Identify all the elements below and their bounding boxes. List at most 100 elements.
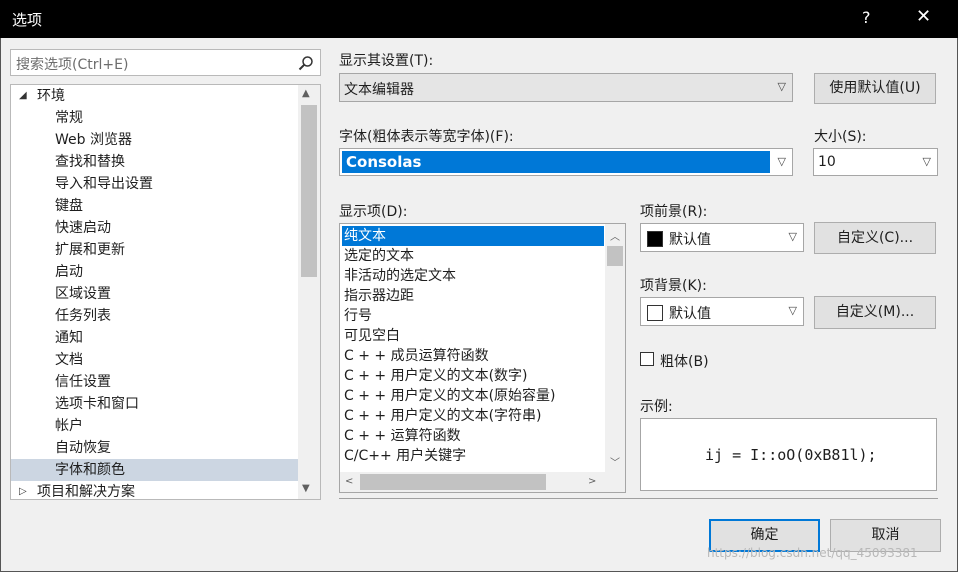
color-swatch (647, 305, 663, 321)
bold-checkbox[interactable] (640, 352, 654, 366)
display-item[interactable]: C/C++ 用户关键字 (342, 446, 604, 466)
display-item[interactable]: 非活动的选定文本 (342, 266, 604, 286)
options-tree[interactable]: ◢ 环境 常规 Web 浏览器查找和替换导入和导出设置 键盘快速启动扩展和更新启动区… (10, 84, 321, 500)
search-input[interactable]: 搜索选项(Ctrl+E) (10, 49, 321, 76)
display-item[interactable]: C + + 成员运算符函数 (342, 346, 604, 366)
help-button[interactable]: ? (862, 8, 871, 27)
display-item[interactable]: 行号 (342, 306, 604, 326)
chevron-down-icon: ▽ (788, 230, 797, 243)
scroll-up-icon[interactable]: ▲ (302, 88, 310, 99)
font-label: 字体(粗体表示等宽字体)(F): (339, 129, 514, 145)
tree-item[interactable]: 常规 (11, 107, 299, 129)
display-item[interactable]: 指示器边距 (342, 286, 604, 306)
tree-item[interactable]: 信任设置 (11, 371, 299, 393)
display-item[interactable]: C + + 用户定义的文本(数字) (342, 366, 604, 386)
search-icon[interactable] (298, 55, 314, 71)
sample-preview: ij = I::oO(0xB81l); (640, 418, 937, 491)
display-items-list[interactable]: 纯文本 选定的文本 非活动的选定文本 指示器边距 行号 可见空白 C + + 成员运算符函数… (339, 223, 626, 493)
scrollbar-thumb[interactable] (607, 246, 623, 266)
scroll-down-icon[interactable]: ▼ (302, 483, 310, 494)
tree-item[interactable]: 自动恢复 (11, 437, 299, 459)
scroll-left-icon[interactable]: < (345, 476, 353, 487)
scroll-down-icon[interactable]: ﹀ (610, 454, 620, 469)
chevron-down-icon: ▽ (777, 80, 786, 93)
title-bar: 选项 ? ✕ (0, 0, 958, 38)
font-select[interactable]: Consolas ▽ (339, 148, 793, 176)
scrollbar-thumb[interactable] (360, 474, 546, 490)
tree-item[interactable]: 启动 (11, 261, 299, 283)
tree-item[interactable]: Web 浏览器 (11, 129, 299, 151)
size-value: 10 (818, 154, 836, 170)
tree-root-label: 项目和解决方案 (37, 484, 135, 500)
chevron-down-icon: ▽ (777, 155, 786, 168)
tree-root-projects[interactable]: ▷ 项目和解决方案 (11, 481, 299, 500)
color-swatch (647, 231, 663, 247)
foreground-label: 项前景(R): (640, 204, 708, 220)
display-item[interactable]: 可见空白 (342, 326, 604, 346)
search-placeholder: 搜索选项(Ctrl+E) (16, 57, 129, 73)
display-item[interactable]: 纯文本 (342, 226, 604, 246)
tree-item[interactable]: 字体和颜色 (11, 459, 299, 481)
watermark: https://blog.csdn.net/qq_45093381 (707, 546, 918, 560)
display-item[interactable]: 选定的文本 (342, 246, 604, 266)
tree-item[interactable]: 选项卡和窗口 (11, 393, 299, 415)
divider (339, 498, 938, 499)
tree-root-label: 环境 (37, 88, 65, 104)
tree-item-label: 扩展和更新 (55, 242, 125, 258)
tree-item[interactable]: 通知 (11, 327, 299, 349)
tree-item[interactable]: 键盘 (11, 195, 299, 217)
custom-foreground-button[interactable]: 自定义(C)... (814, 222, 936, 254)
tree-item-label: 自动恢复 (55, 440, 111, 456)
display-items-label: 显示项(D): (339, 204, 408, 220)
tree-item-label: 通知 (55, 330, 83, 346)
tree-item[interactable]: 区域设置 (11, 283, 299, 305)
tree-item-label: 帐户 (55, 418, 83, 434)
use-defaults-button[interactable]: 使用默认值(U) (814, 73, 936, 104)
chevron-down-icon: ▽ (788, 304, 797, 317)
collapsed-arrow-icon[interactable]: ▷ (19, 481, 27, 499)
list-vertical-scrollbar[interactable]: ︿ ﹀ (605, 224, 625, 472)
scrollbar-thumb[interactable] (301, 105, 317, 277)
tree-item-label: 任务列表 (55, 308, 111, 324)
sample-text: ij = I::oO(0xB81l); (705, 446, 877, 464)
display-item[interactable]: C + + 用户定义的文本(字符串) (342, 406, 604, 426)
expanded-arrow-icon[interactable]: ◢ (19, 85, 27, 107)
list-horizontal-scrollbar[interactable]: < > (340, 472, 625, 492)
tree-item-label: 文档 (55, 352, 83, 368)
tree-item-label: 区域设置 (55, 286, 111, 302)
tree-root-environment[interactable]: ◢ 环境 (11, 85, 299, 107)
display-item[interactable]: C + + 运算符函数 (342, 426, 604, 446)
tree-item-label: 导入和导出设置 (55, 176, 153, 192)
tree-item[interactable]: 帐户 (11, 415, 299, 437)
background-select[interactable]: 默认值 ▽ (640, 297, 804, 326)
close-button[interactable]: ✕ (916, 6, 931, 27)
tree-item[interactable]: 文档 (11, 349, 299, 371)
tree-item-label: 启动 (55, 264, 83, 280)
tree-item-label: 常规 (55, 110, 83, 126)
tree-item[interactable]: 快速启动 (11, 217, 299, 239)
background-label: 项背景(K): (640, 278, 707, 294)
size-select[interactable]: 10 ▽ (813, 148, 938, 176)
sample-label: 示例: (640, 399, 673, 415)
tree-item[interactable]: 扩展和更新 (11, 239, 299, 261)
foreground-value: 默认值 (669, 232, 711, 248)
size-label: 大小(S): (814, 129, 867, 145)
font-value: Consolas (342, 151, 770, 173)
settings-for-select[interactable]: 文本编辑器 ▽ (339, 73, 793, 102)
tree-item-label: Web 浏览器 (55, 132, 132, 148)
tree-scrollbar[interactable]: ▲ ▼ (298, 85, 320, 499)
tree-item[interactable]: 导入和导出设置 (11, 173, 299, 195)
custom-background-button[interactable]: 自定义(M)... (814, 296, 936, 329)
tree-item[interactable]: 任务列表 (11, 305, 299, 327)
tree-item-label: 键盘 (55, 198, 83, 214)
scroll-up-icon[interactable]: ︿ (610, 228, 620, 243)
scroll-right-icon[interactable]: > (588, 476, 596, 487)
chevron-down-icon: ▽ (922, 155, 931, 168)
settings-for-label: 显示其设置(T): (339, 53, 434, 69)
tree-item-label: 信任设置 (55, 374, 111, 390)
bold-label: 粗体(B) (660, 354, 709, 370)
window-title: 选项 (12, 11, 43, 29)
display-item[interactable]: C + + 用户定义的文本(原始容量) (342, 386, 604, 406)
tree-item[interactable]: 查找和替换 (11, 151, 299, 173)
foreground-select[interactable]: 默认值 ▽ (640, 223, 804, 252)
